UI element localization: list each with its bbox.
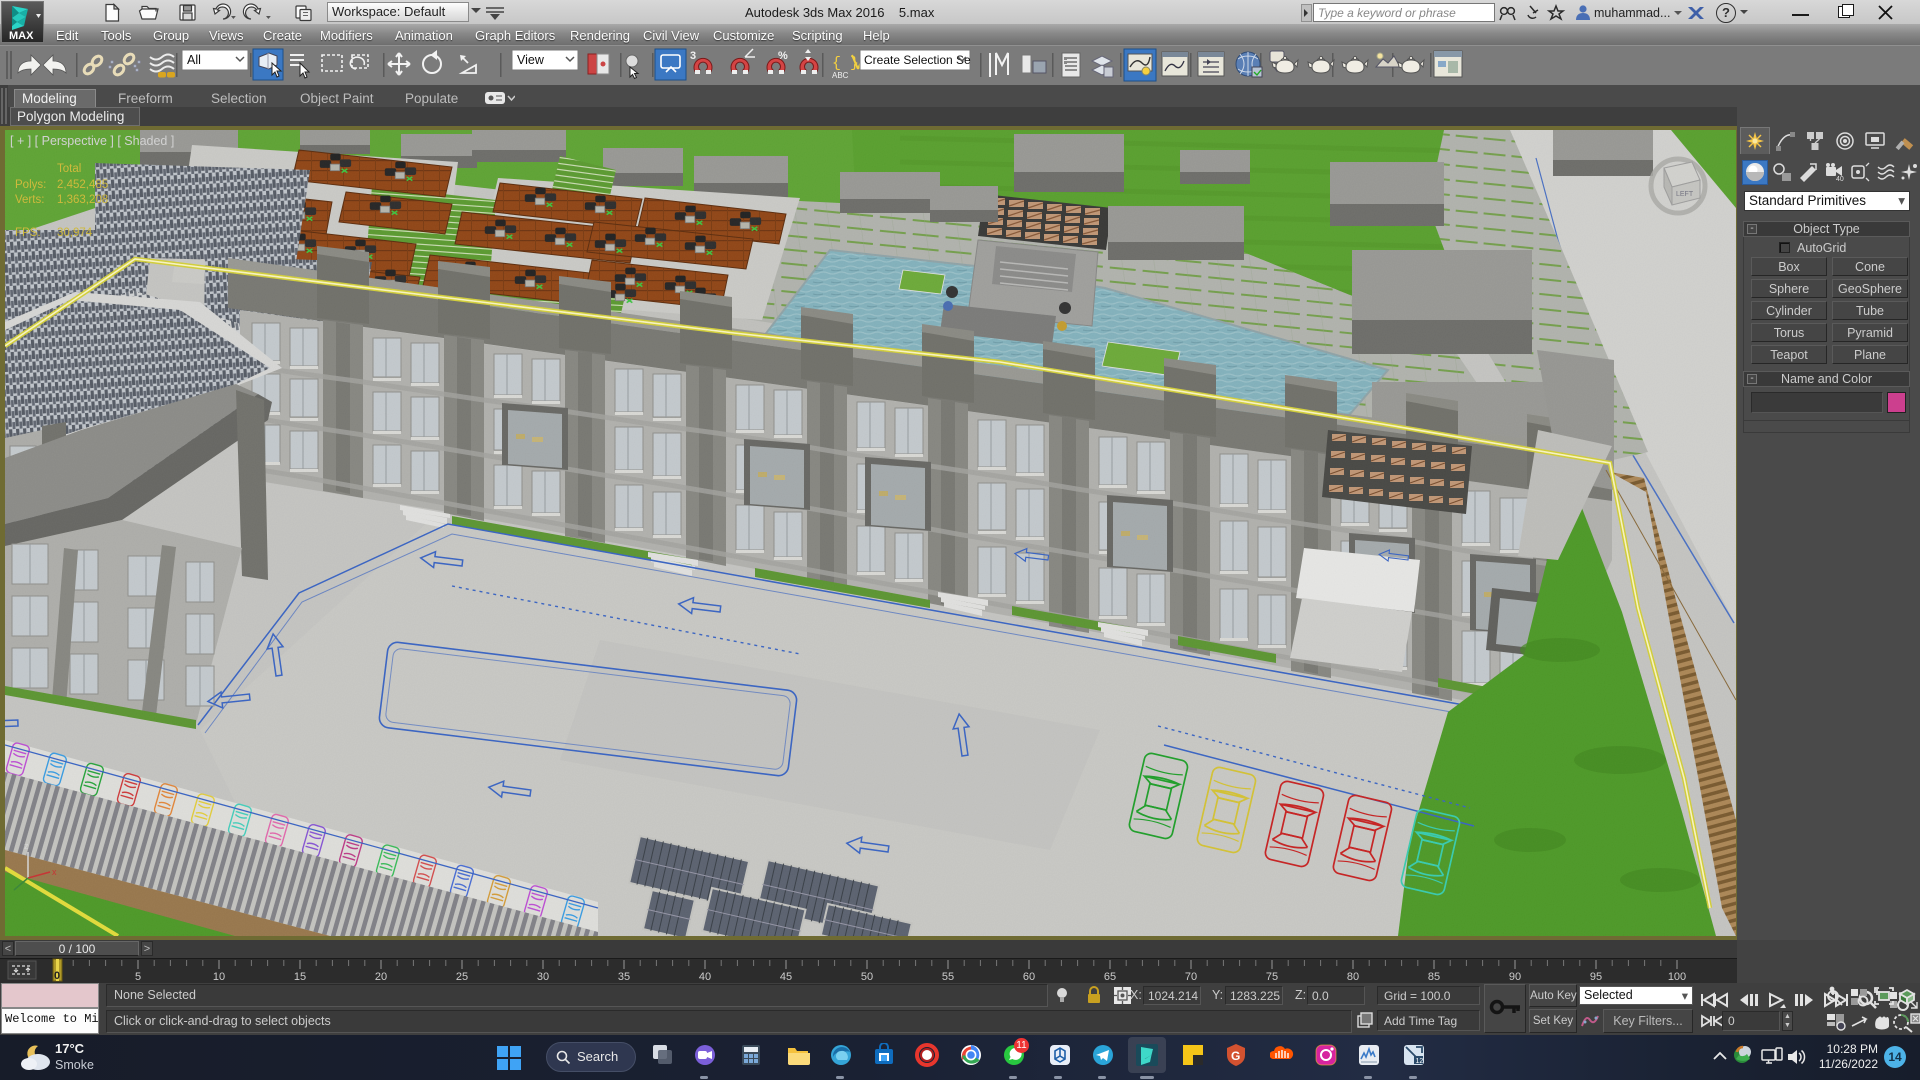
svg-text:50: 50: [861, 971, 873, 983]
svg-text:35: 35: [618, 971, 630, 983]
svg-text:3: 3: [690, 50, 696, 62]
svg-text:55: 55: [942, 971, 954, 983]
svg-text:Create Selection Se: Create Selection Se: [864, 53, 971, 67]
svg-text:85: 85: [1428, 971, 1440, 983]
svg-text:MAX: MAX: [9, 30, 34, 42]
svg-text:0: 0: [54, 970, 60, 982]
svg-text:75: 75: [1266, 971, 1278, 983]
svg-text:40: 40: [1836, 176, 1844, 183]
svg-text:12: 12: [1416, 1058, 1424, 1065]
svg-text:25: 25: [456, 971, 468, 983]
svg-text:All: All: [187, 53, 201, 67]
svg-text:70: 70: [1185, 971, 1197, 983]
svg-text:65: 65: [1104, 971, 1116, 983]
svg-text:100: 100: [1668, 971, 1686, 983]
svg-text:%: %: [778, 50, 788, 62]
svg-text:90: 90: [1509, 971, 1521, 983]
svg-text:40: 40: [699, 971, 711, 983]
svg-text:20: 20: [375, 971, 387, 983]
svg-text:15: 15: [294, 971, 306, 983]
svg-text:muhammad...: muhammad...: [1594, 6, 1670, 20]
svg-text:ABC: ABC: [832, 71, 849, 80]
svg-text:10: 10: [213, 971, 225, 983]
svg-text:45: 45: [780, 971, 792, 983]
svg-text:5: 5: [135, 971, 141, 983]
svg-text:95: 95: [1590, 971, 1602, 983]
svg-text:View: View: [517, 53, 545, 67]
svg-text:80: 80: [1347, 971, 1359, 983]
svg-text:G: G: [1231, 1049, 1240, 1063]
svg-text:30: 30: [537, 971, 549, 983]
svg-text:60: 60: [1023, 971, 1035, 983]
